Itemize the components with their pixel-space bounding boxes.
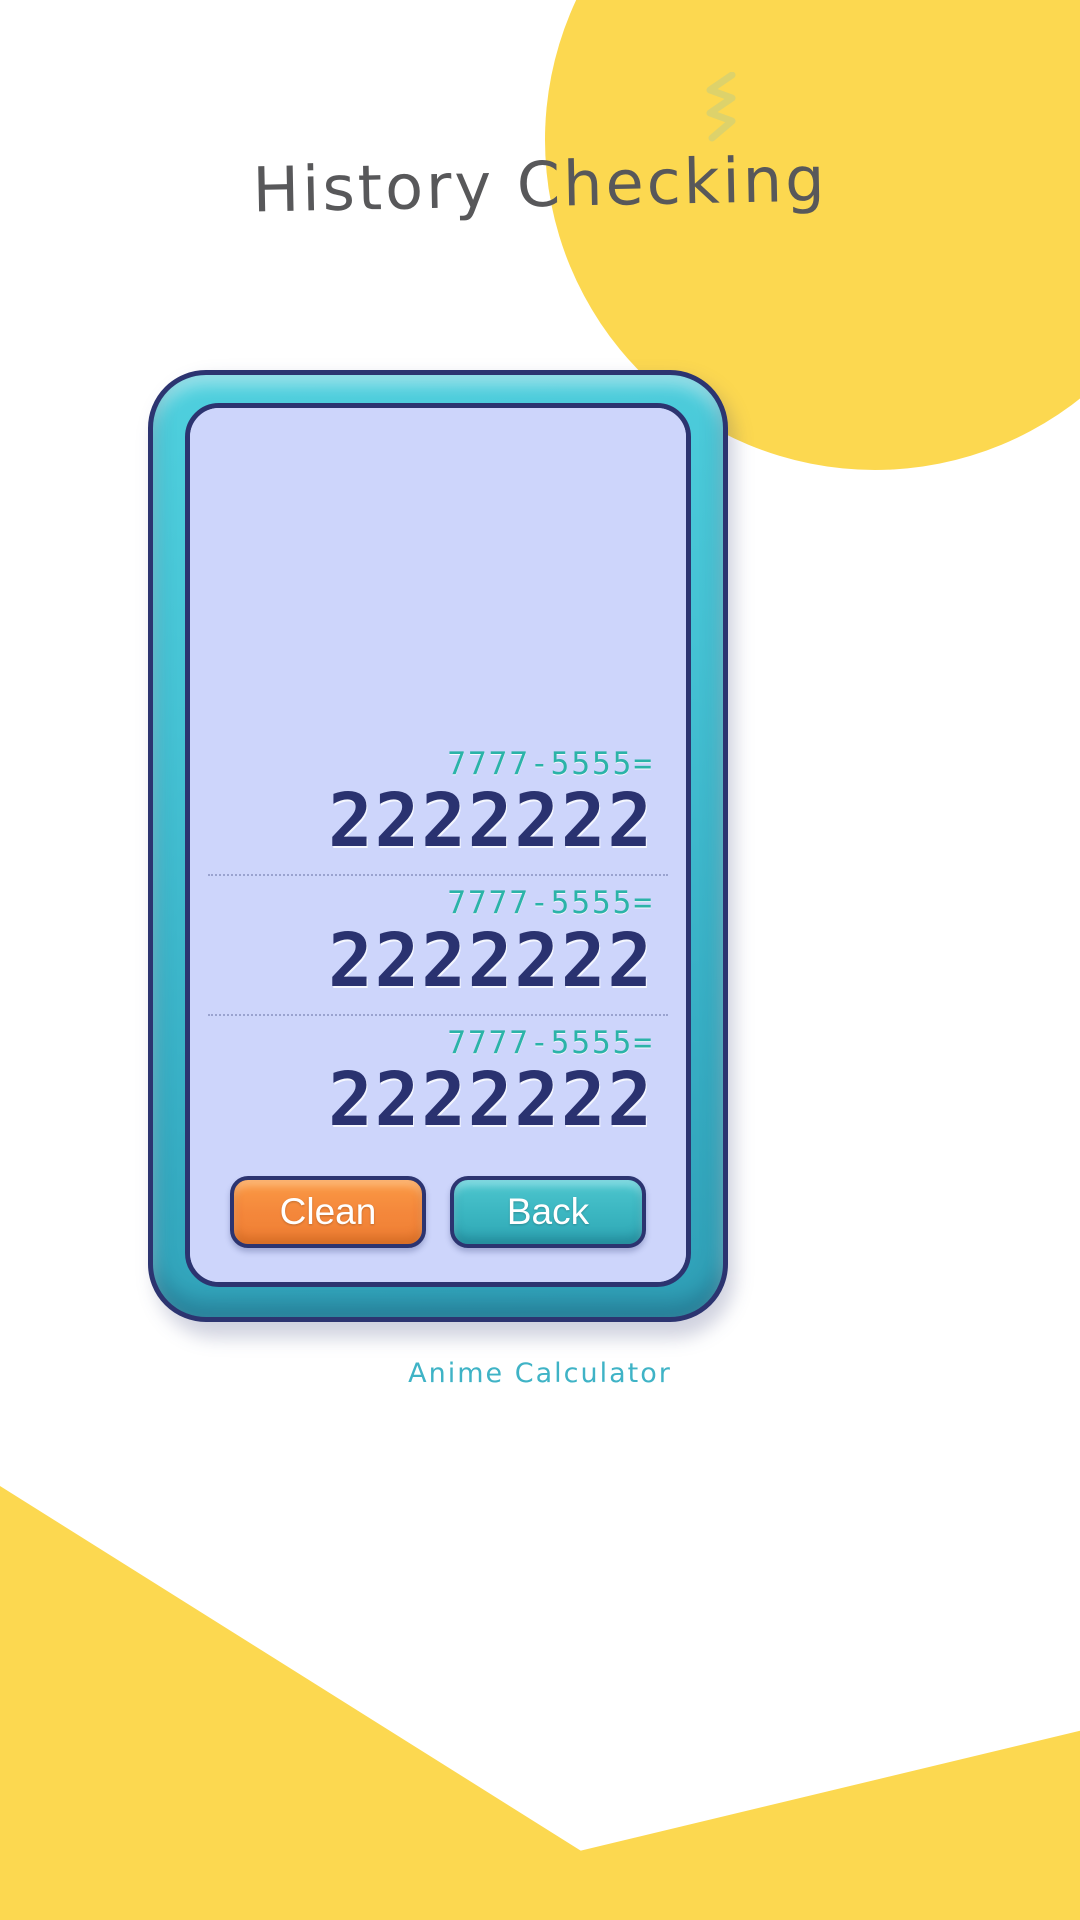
zigzag-icon	[706, 72, 736, 142]
history-entry[interactable]: 7777-5555= 2222222	[208, 1014, 668, 1154]
history-result: 2222222	[328, 1057, 654, 1144]
history-list[interactable]: 7777-5555= 2222222 7777-5555= 2222222 77…	[208, 408, 668, 1160]
history-expression: 7777-5555=	[447, 885, 654, 922]
app-brand-label: Anime Calculator	[408, 1358, 672, 1389]
back-button[interactable]: Back	[450, 1176, 646, 1248]
clean-button[interactable]: Clean	[230, 1176, 426, 1248]
history-entry[interactable]: 7777-5555= 2222222	[208, 737, 668, 875]
history-expression: 7777-5555=	[447, 745, 654, 782]
history-result: 2222222	[328, 777, 654, 864]
history-entry[interactable]: 7777-5555= 2222222	[208, 874, 668, 1014]
calculator-screen: 7777-5555= 2222222 7777-5555= 2222222 77…	[190, 408, 686, 1282]
history-result: 2222222	[328, 917, 654, 1004]
device-bezel: 7777-5555= 2222222 7777-5555= 2222222 77…	[185, 403, 691, 1287]
action-bar: Clean Back	[208, 1160, 668, 1282]
history-expression: 7777-5555=	[447, 1025, 654, 1062]
calculator-device: 7777-5555= 2222222 7777-5555= 2222222 77…	[148, 370, 728, 1322]
